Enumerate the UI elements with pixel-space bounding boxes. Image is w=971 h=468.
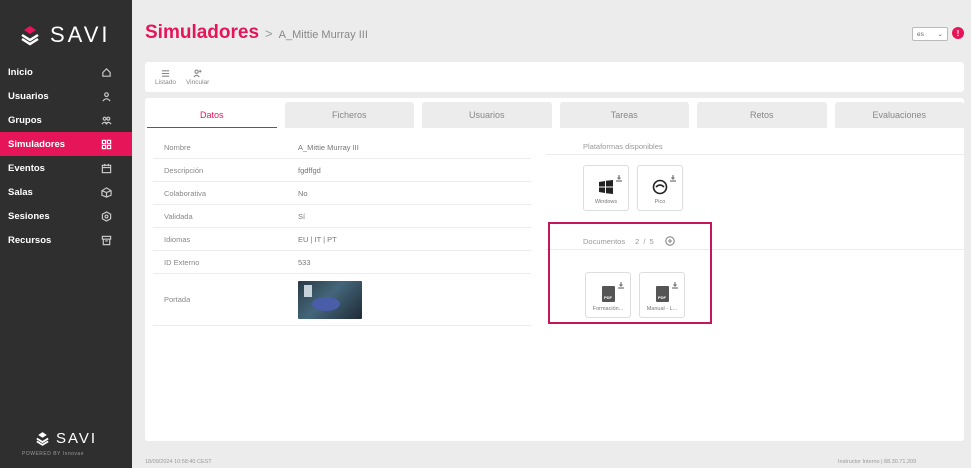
platform-label: Windows xyxy=(594,199,618,205)
sidebar-item-sesiones[interactable]: Sesiones xyxy=(0,204,132,228)
field-label: Idiomas xyxy=(164,234,191,244)
sidebar-item-label: Usuarios xyxy=(8,90,49,102)
page-title[interactable]: Simuladores xyxy=(145,22,259,44)
grid-icon xyxy=(100,138,112,150)
field-value: A_Mittie Murray III xyxy=(298,142,359,152)
details-form: Nombre A_Mittie Murray III Descripción f… xyxy=(153,136,531,326)
sidebar-item-label: Salas xyxy=(8,186,33,198)
download-icon[interactable] xyxy=(615,169,623,182)
toolbar: Listado Vincular xyxy=(145,62,964,92)
field-row-validada: Validada Sí xyxy=(153,205,531,228)
field-row-descripcion: Descripción fgdffgd xyxy=(153,159,531,182)
list-button[interactable]: Listado xyxy=(155,69,176,86)
pico-icon xyxy=(652,179,668,195)
room-icon xyxy=(100,186,112,198)
windows-icon xyxy=(599,180,613,194)
footer-user-info: Instructor Interno | 88.30.71.209 xyxy=(838,459,917,465)
sidebar-item-simuladores[interactable]: Simuladores xyxy=(0,132,132,156)
calendar-icon xyxy=(100,162,112,174)
page-header: Simuladores > A_Mittie Murray III xyxy=(145,22,368,44)
session-icon xyxy=(100,210,112,222)
sidebar-nav: Inicio Usuarios Grupos Simuladores Event… xyxy=(0,60,132,252)
sidebar-item-label: Simuladores xyxy=(8,138,66,150)
powered-by: POWERED BY Innovae xyxy=(22,451,84,457)
sidebar-item-eventos[interactable]: Eventos xyxy=(0,156,132,180)
platform-card-windows[interactable]: Windows xyxy=(583,165,629,211)
home-icon xyxy=(100,66,112,78)
download-icon[interactable] xyxy=(669,169,677,182)
group-icon xyxy=(100,114,112,126)
link-user-button[interactable]: Vincular xyxy=(186,69,209,86)
field-value: 533 xyxy=(298,257,311,267)
add-user-icon xyxy=(193,69,202,77)
field-row-portada: Portada xyxy=(153,274,531,326)
savi-logo-icon xyxy=(36,432,49,446)
language-select[interactable]: es ⌄ xyxy=(912,27,948,41)
sidebar-item-label: Recursos xyxy=(8,234,52,246)
platforms-title: Plataformas disponibles xyxy=(583,142,663,151)
field-label: Validada xyxy=(164,211,193,221)
field-label: Descripción xyxy=(164,165,204,175)
tab-ficheros[interactable]: Ficheros xyxy=(284,102,414,128)
sidebar-item-grupos[interactable]: Grupos xyxy=(0,108,132,132)
platform-card-pico[interactable]: Pico xyxy=(637,165,683,211)
field-value: Sí xyxy=(298,211,306,221)
breadcrumb-separator: > xyxy=(265,26,273,41)
list-button-label: Listado xyxy=(155,78,176,86)
platforms-section: Plataformas disponibles Windows Pico xyxy=(583,142,683,211)
sidebar-item-usuarios[interactable]: Usuarios xyxy=(0,84,132,108)
brand-name: SAVI xyxy=(56,430,98,447)
sidebar-item-inicio[interactable]: Inicio xyxy=(0,60,132,84)
sidebar-item-label: Sesiones xyxy=(8,210,50,222)
field-label: Portada xyxy=(164,295,191,304)
language-value: es xyxy=(917,30,924,38)
notification-badge[interactable]: ! xyxy=(952,27,964,39)
chevron-down-icon: ⌄ xyxy=(937,31,943,38)
sidebar-item-label: Inicio xyxy=(8,66,33,78)
field-row-nombre: Nombre A_Mittie Murray III xyxy=(153,136,531,159)
footer-brand-logo: SAVI xyxy=(34,430,97,447)
user-icon xyxy=(100,90,112,102)
platform-cards: Windows Pico xyxy=(583,165,683,211)
field-value: No xyxy=(298,188,308,198)
sidebar: SAVI Inicio Usuarios Grupos Simuladores … xyxy=(0,0,132,468)
tab-datos[interactable]: Datos xyxy=(147,102,277,128)
savi-logo-icon xyxy=(21,26,39,46)
tab-retos[interactable]: Retos xyxy=(697,102,827,128)
field-row-id-externo: ID Externo 533 xyxy=(153,251,531,274)
field-label: Colaborativa xyxy=(164,188,207,198)
archive-icon xyxy=(100,234,112,246)
footer-datetime: 18/09/2024 10:58:40 CEST xyxy=(145,459,212,465)
sidebar-item-label: Eventos xyxy=(8,162,45,174)
brand-logo[interactable]: SAVI xyxy=(18,22,111,48)
sidebar-item-label: Grupos xyxy=(8,114,42,126)
field-label: Nombre xyxy=(164,142,191,152)
tab-evaluaciones[interactable]: Evaluaciones xyxy=(834,102,964,128)
field-row-colaborativa: Colaborativa No xyxy=(153,182,531,205)
link-user-button-label: Vincular xyxy=(185,78,210,86)
tab-bar: Datos Ficheros Usuarios Tareas Retos Eva… xyxy=(145,102,964,128)
field-value: fgdffgd xyxy=(298,165,321,175)
breadcrumb-current: A_Mittie Murray III xyxy=(278,29,368,41)
tab-tareas[interactable]: Tareas xyxy=(559,102,689,128)
tab-usuarios[interactable]: Usuarios xyxy=(422,102,552,128)
field-value: EU | IT | PT xyxy=(298,234,337,244)
brand-name: SAVI xyxy=(50,22,111,47)
list-icon xyxy=(161,69,170,77)
sidebar-item-salas[interactable]: Salas xyxy=(0,180,132,204)
cover-thumbnail[interactable] xyxy=(298,280,362,319)
notification-badge-text: ! xyxy=(956,28,960,38)
field-label: ID Externo xyxy=(164,257,200,267)
platform-label: Pico xyxy=(654,199,666,205)
field-row-idiomas: Idiomas EU | IT | PT xyxy=(153,228,531,251)
sidebar-item-recursos[interactable]: Recursos xyxy=(0,228,132,252)
highlight-box xyxy=(548,222,712,324)
